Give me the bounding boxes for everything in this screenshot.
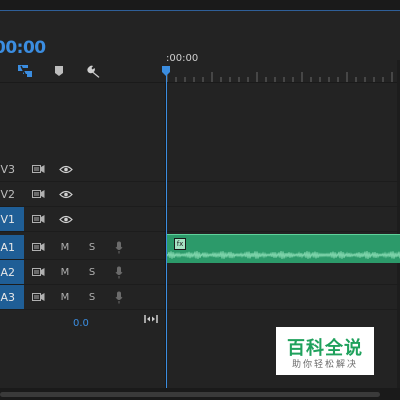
track-lane-v1[interactable] [166, 207, 400, 232]
track-name-a3[interactable]: A3 [0, 285, 24, 309]
panel-focus-line [0, 10, 400, 11]
track-lane-v2[interactable] [166, 182, 400, 207]
mute-button[interactable]: M [58, 289, 72, 305]
track-lane-a2[interactable] [166, 260, 400, 285]
fx-badge[interactable]: fx [174, 238, 186, 250]
mute-button[interactable]: M [58, 264, 72, 280]
sync-lock-icon[interactable] [30, 186, 46, 202]
microphone-icon[interactable] [113, 264, 125, 280]
track-name-a2[interactable]: A2 [0, 260, 24, 284]
sync-lock-icon[interactable] [30, 161, 46, 177]
snap-icon[interactable] [16, 63, 34, 79]
audio-waveform [167, 250, 400, 260]
track-lane-a3[interactable] [166, 285, 400, 310]
fit-zoom-icon[interactable] [144, 313, 158, 325]
track-name-v2[interactable]: V2 [0, 182, 24, 206]
eye-icon[interactable] [57, 211, 75, 227]
sync-lock-icon[interactable] [30, 264, 46, 280]
sync-lock-icon[interactable] [30, 239, 46, 255]
track-name-a1[interactable]: A1 [0, 235, 24, 259]
track-header-a2: A2 M S [0, 260, 165, 285]
playhead-line[interactable] [166, 66, 167, 388]
solo-button[interactable]: S [86, 239, 98, 255]
track-name-v3[interactable]: V3 [0, 157, 24, 181]
track-header-v1: V1 [0, 207, 165, 232]
wrench-icon[interactable] [86, 63, 102, 79]
master-volume-value[interactable]: 0.0 [73, 318, 89, 329]
track-header-v2: V2 [0, 182, 165, 207]
scrollbar-thumb[interactable] [0, 392, 380, 397]
microphone-icon[interactable] [113, 239, 125, 255]
eye-icon[interactable] [57, 161, 75, 177]
solo-button[interactable]: S [86, 289, 98, 305]
solo-button[interactable]: S [86, 264, 98, 280]
track-lane-v3[interactable] [166, 157, 400, 182]
microphone-icon[interactable] [113, 289, 125, 305]
top-panel-bar [0, 0, 400, 10]
waveform-path [167, 250, 400, 260]
ruler-ticks [166, 72, 393, 82]
watermark-subtitle: 助你轻松解决 [291, 360, 358, 370]
sync-lock-icon[interactable] [30, 289, 46, 305]
marker-icon[interactable] [53, 64, 65, 78]
mute-button[interactable]: M [58, 239, 72, 255]
track-name-v1[interactable]: V1 [0, 207, 24, 231]
eye-icon[interactable] [57, 186, 75, 202]
track-header-v3: V3 [0, 157, 165, 182]
playhead-timecode[interactable]: 00:00 [0, 38, 46, 58]
track-header-a1: A1 M S [0, 235, 165, 260]
header-divider [0, 82, 400, 83]
track-header-a3: A3 M S [0, 285, 165, 310]
ruler-time-label: :00:00 [166, 53, 199, 64]
sync-lock-icon[interactable] [30, 211, 46, 227]
